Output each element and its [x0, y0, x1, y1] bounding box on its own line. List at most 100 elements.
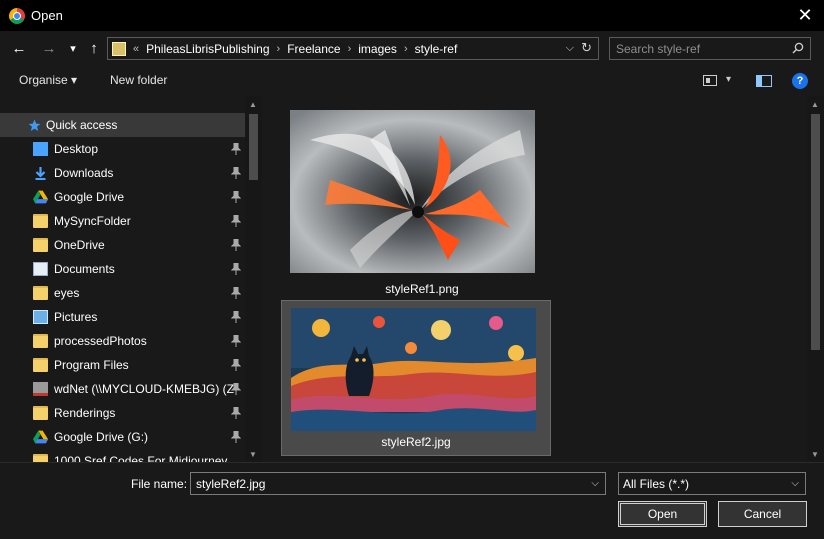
search-box[interactable]	[609, 37, 811, 60]
location-icon	[112, 41, 126, 56]
organise-menu[interactable]: Organise ▾	[19, 73, 77, 87]
image-thumbnail	[290, 110, 535, 273]
sidebar-item-label: MySyncFolder	[54, 214, 131, 228]
file-name-label: styleRef1.png	[385, 282, 459, 296]
cancel-button-label: Cancel	[743, 507, 782, 521]
breadcrumb-overflow[interactable]: «	[133, 43, 139, 55]
google-drive-icon	[33, 190, 48, 204]
sidebar-item-label: Renderings	[54, 406, 116, 420]
chevron-down-icon: ▾	[70, 42, 76, 55]
address-dropdown-icon[interactable]: ⌵	[566, 42, 574, 55]
file-tile-selected[interactable]: styleRef2.jpg	[281, 300, 551, 456]
sidebar-item-mysyncfolder[interactable]: MySyncFolder	[0, 209, 245, 233]
pin-icon	[231, 215, 241, 227]
download-icon	[35, 167, 46, 180]
chevron-down-icon[interactable]: ⌵	[591, 478, 599, 489]
new-folder-button[interactable]: New folder	[110, 73, 167, 87]
sidebar-item-processedphotos[interactable]: processedPhotos	[0, 329, 245, 353]
breadcrumb-item[interactable]: PhileasLibrisPublishing	[146, 42, 269, 56]
pin-icon	[231, 239, 241, 251]
sidebar-item-label: processedPhotos	[54, 334, 147, 348]
sidebar-item-label: 1000 Sref Codes For Midjourney	[54, 454, 228, 462]
breadcrumb-separator[interactable]: ›	[348, 43, 352, 55]
sidebar-item-program-files[interactable]: Program Files	[0, 353, 245, 377]
sidebar-item-google-drive[interactable]: Google Drive	[0, 185, 245, 209]
breadcrumb-separator[interactable]: ›	[404, 43, 408, 55]
scroll-down-icon[interactable]: ▼	[249, 450, 257, 459]
scrollbar-thumb[interactable]	[811, 114, 820, 350]
navigation-pane: Quick access Desktop Downloads Google Dr…	[0, 96, 262, 462]
arrow-left-icon: ←	[11, 39, 27, 57]
sidebar-item-onedrive[interactable]: OneDrive	[0, 233, 245, 257]
sidebar-item-wdnet[interactable]: wdNet (\\MYCLOUD-KMEBJG) (Z	[0, 377, 245, 401]
arrow-right-icon: →	[41, 39, 57, 57]
content-scrollbar[interactable]: ▲ ▼	[807, 96, 824, 462]
sidebar-item-label: Downloads	[54, 166, 114, 180]
open-button[interactable]: Open	[618, 501, 707, 527]
breadcrumb-item[interactable]: style-ref	[415, 42, 458, 56]
chevron-down-icon[interactable]: ⌵	[791, 478, 799, 489]
sidebar-item-renderings[interactable]: Renderings	[0, 401, 245, 425]
file-type-select[interactable]: All Files (*.*) ⌵	[618, 472, 806, 495]
file-name-label: styleRef2.jpg	[381, 435, 451, 449]
network-drive-icon	[33, 382, 48, 396]
recent-locations-button[interactable]: ▾	[63, 38, 83, 58]
file-tile[interactable]: styleRef1.png	[282, 104, 562, 300]
sidebar-item-label: wdNet (\\MYCLOUD-KMEBJG) (Z	[54, 382, 235, 396]
breadcrumb-item[interactable]: images	[358, 42, 397, 56]
preview-pane-icon[interactable]	[756, 75, 772, 87]
view-options-icon[interactable]	[703, 75, 717, 86]
up-button[interactable]: ↑	[84, 38, 104, 58]
navigation-bar: ← → ▾ ↑ « PhileasLibrisPublishing › Free…	[0, 31, 824, 65]
folder-icon	[33, 214, 48, 228]
folder-icon	[33, 406, 48, 420]
search-input[interactable]	[616, 41, 786, 57]
breadcrumb-item[interactable]: Freelance	[287, 42, 340, 56]
pin-icon	[231, 407, 241, 419]
pin-icon	[231, 335, 241, 347]
scrollbar-thumb[interactable]	[249, 114, 258, 180]
breadcrumb-separator[interactable]: ›	[277, 43, 281, 55]
close-button[interactable]: ✕	[794, 4, 816, 26]
pin-icon	[231, 383, 241, 395]
file-name-combobox[interactable]: ⌵	[190, 472, 606, 495]
sidebar-item-desktop[interactable]: Desktop	[0, 137, 245, 161]
cancel-button[interactable]: Cancel	[718, 501, 807, 527]
sidebar-item-label: Pictures	[54, 310, 98, 324]
command-bar: Organise ▾ New folder ▾ ?	[0, 65, 824, 96]
pin-icon	[231, 191, 241, 203]
sidebar-item-documents[interactable]: Documents	[0, 257, 245, 281]
help-icon[interactable]: ?	[792, 73, 808, 89]
address-bar[interactable]: « PhileasLibrisPublishing › Freelance › …	[107, 37, 599, 60]
file-type-value: All Files (*.*)	[623, 477, 690, 491]
pin-icon	[231, 431, 241, 443]
search-icon[interactable]	[792, 42, 804, 54]
back-button[interactable]: ←	[9, 38, 29, 58]
sidebar-item-label: Documents	[54, 262, 115, 276]
pin-icon	[231, 263, 241, 275]
sidebar-item-quick-access[interactable]: Quick access	[0, 113, 245, 137]
desktop-icon	[33, 142, 48, 156]
sidebar-scrollbar[interactable]: ▲ ▼	[245, 96, 262, 462]
forward-button[interactable]: →	[39, 38, 59, 58]
scroll-up-icon[interactable]: ▲	[249, 100, 257, 109]
folder-icon	[33, 334, 48, 348]
scroll-up-icon[interactable]: ▲	[811, 100, 819, 109]
refresh-icon[interactable]: ↻	[581, 40, 592, 56]
sidebar-item-google-drive-g[interactable]: Google Drive (G:)	[0, 425, 245, 449]
sidebar-item-downloads[interactable]: Downloads	[0, 161, 245, 185]
file-name-input[interactable]	[196, 476, 576, 492]
sidebar-item-eyes[interactable]: eyes	[0, 281, 245, 305]
folder-icon	[33, 358, 48, 372]
chrome-icon	[9, 7, 25, 24]
sidebar-item-sref-codes[interactable]: 1000 Sref Codes For Midjourney	[0, 449, 245, 462]
view-menu-chevron-icon[interactable]: ▾	[726, 74, 731, 85]
star-icon	[28, 119, 41, 131]
image-thumbnail	[291, 308, 536, 431]
sidebar-item-pictures[interactable]: Pictures	[0, 305, 245, 329]
sidebar-item-label: eyes	[54, 286, 80, 300]
file-name-field-label: File name:	[131, 477, 188, 491]
sidebar-item-label: Program Files	[54, 358, 129, 372]
scroll-down-icon[interactable]: ▼	[811, 450, 819, 459]
pin-icon	[231, 287, 241, 299]
